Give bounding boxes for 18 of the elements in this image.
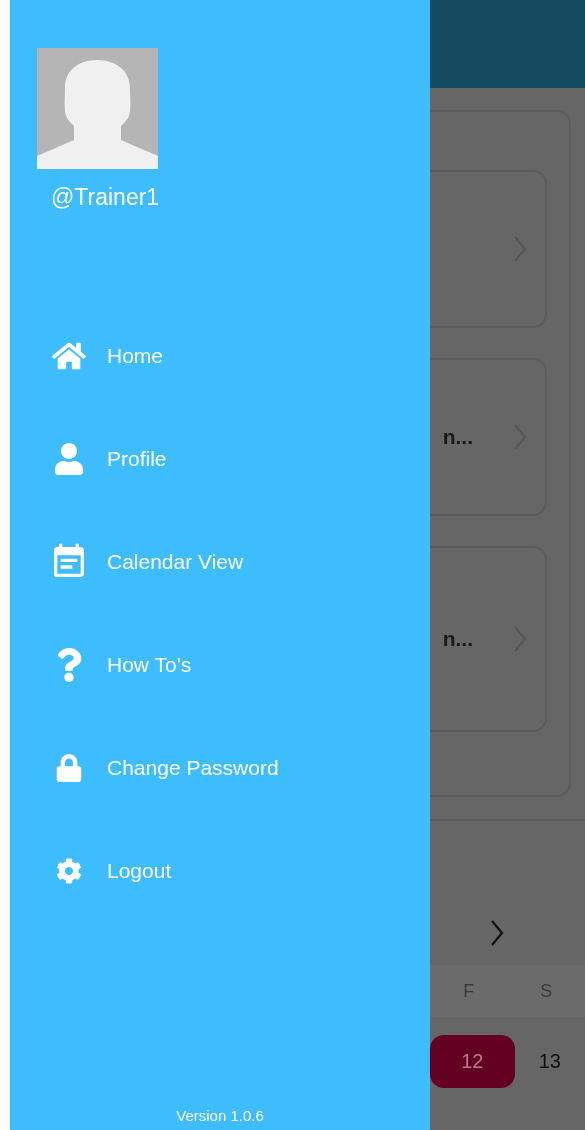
version-label: Version 1.0.6 bbox=[175, 1107, 265, 1124]
calendar-date[interactable]: 12 bbox=[430, 1035, 515, 1088]
card-title: n... bbox=[442, 425, 473, 449]
menu-item[interactable]: Change Password bbox=[10, 716, 337, 819]
settings-icon bbox=[56, 857, 82, 884]
next-month-icon[interactable] bbox=[490, 919, 504, 947]
menu-item[interactable]: Home bbox=[10, 304, 337, 407]
list-card[interactable] bbox=[430, 170, 547, 328]
list-card[interactable]: n... bbox=[430, 358, 547, 516]
menu-item[interactable]: Profile bbox=[10, 407, 337, 510]
user-icon bbox=[53, 442, 85, 475]
menu-item[interactable]: Calendar View bbox=[10, 510, 337, 613]
menu-item[interactable]: How To's bbox=[10, 613, 337, 716]
lock-icon bbox=[55, 753, 83, 782]
card-title: n... bbox=[442, 627, 473, 651]
list-card[interactable]: n... bbox=[430, 546, 547, 732]
menu-item[interactable]: Logout bbox=[10, 819, 337, 922]
username: @Trainer1 bbox=[51, 184, 161, 211]
